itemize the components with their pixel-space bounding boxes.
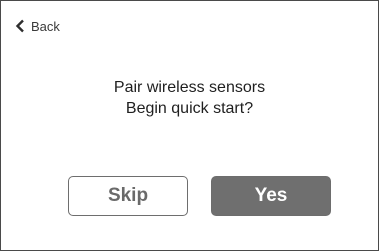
quick-start-prompt: Pair wireless sensors Begin quick start?	[1, 77, 378, 119]
quick-start-dialog: Back Pair wireless sensors Begin quick s…	[0, 0, 379, 251]
skip-button[interactable]: Skip	[68, 176, 188, 216]
prompt-title: Pair wireless sensors	[113, 79, 266, 96]
prompt-question: Begin quick start?	[125, 100, 254, 117]
back-button[interactable]: Back	[15, 17, 60, 35]
yes-button[interactable]: Yes	[211, 176, 331, 216]
chevron-left-icon	[15, 19, 25, 33]
back-label: Back	[31, 18, 60, 34]
